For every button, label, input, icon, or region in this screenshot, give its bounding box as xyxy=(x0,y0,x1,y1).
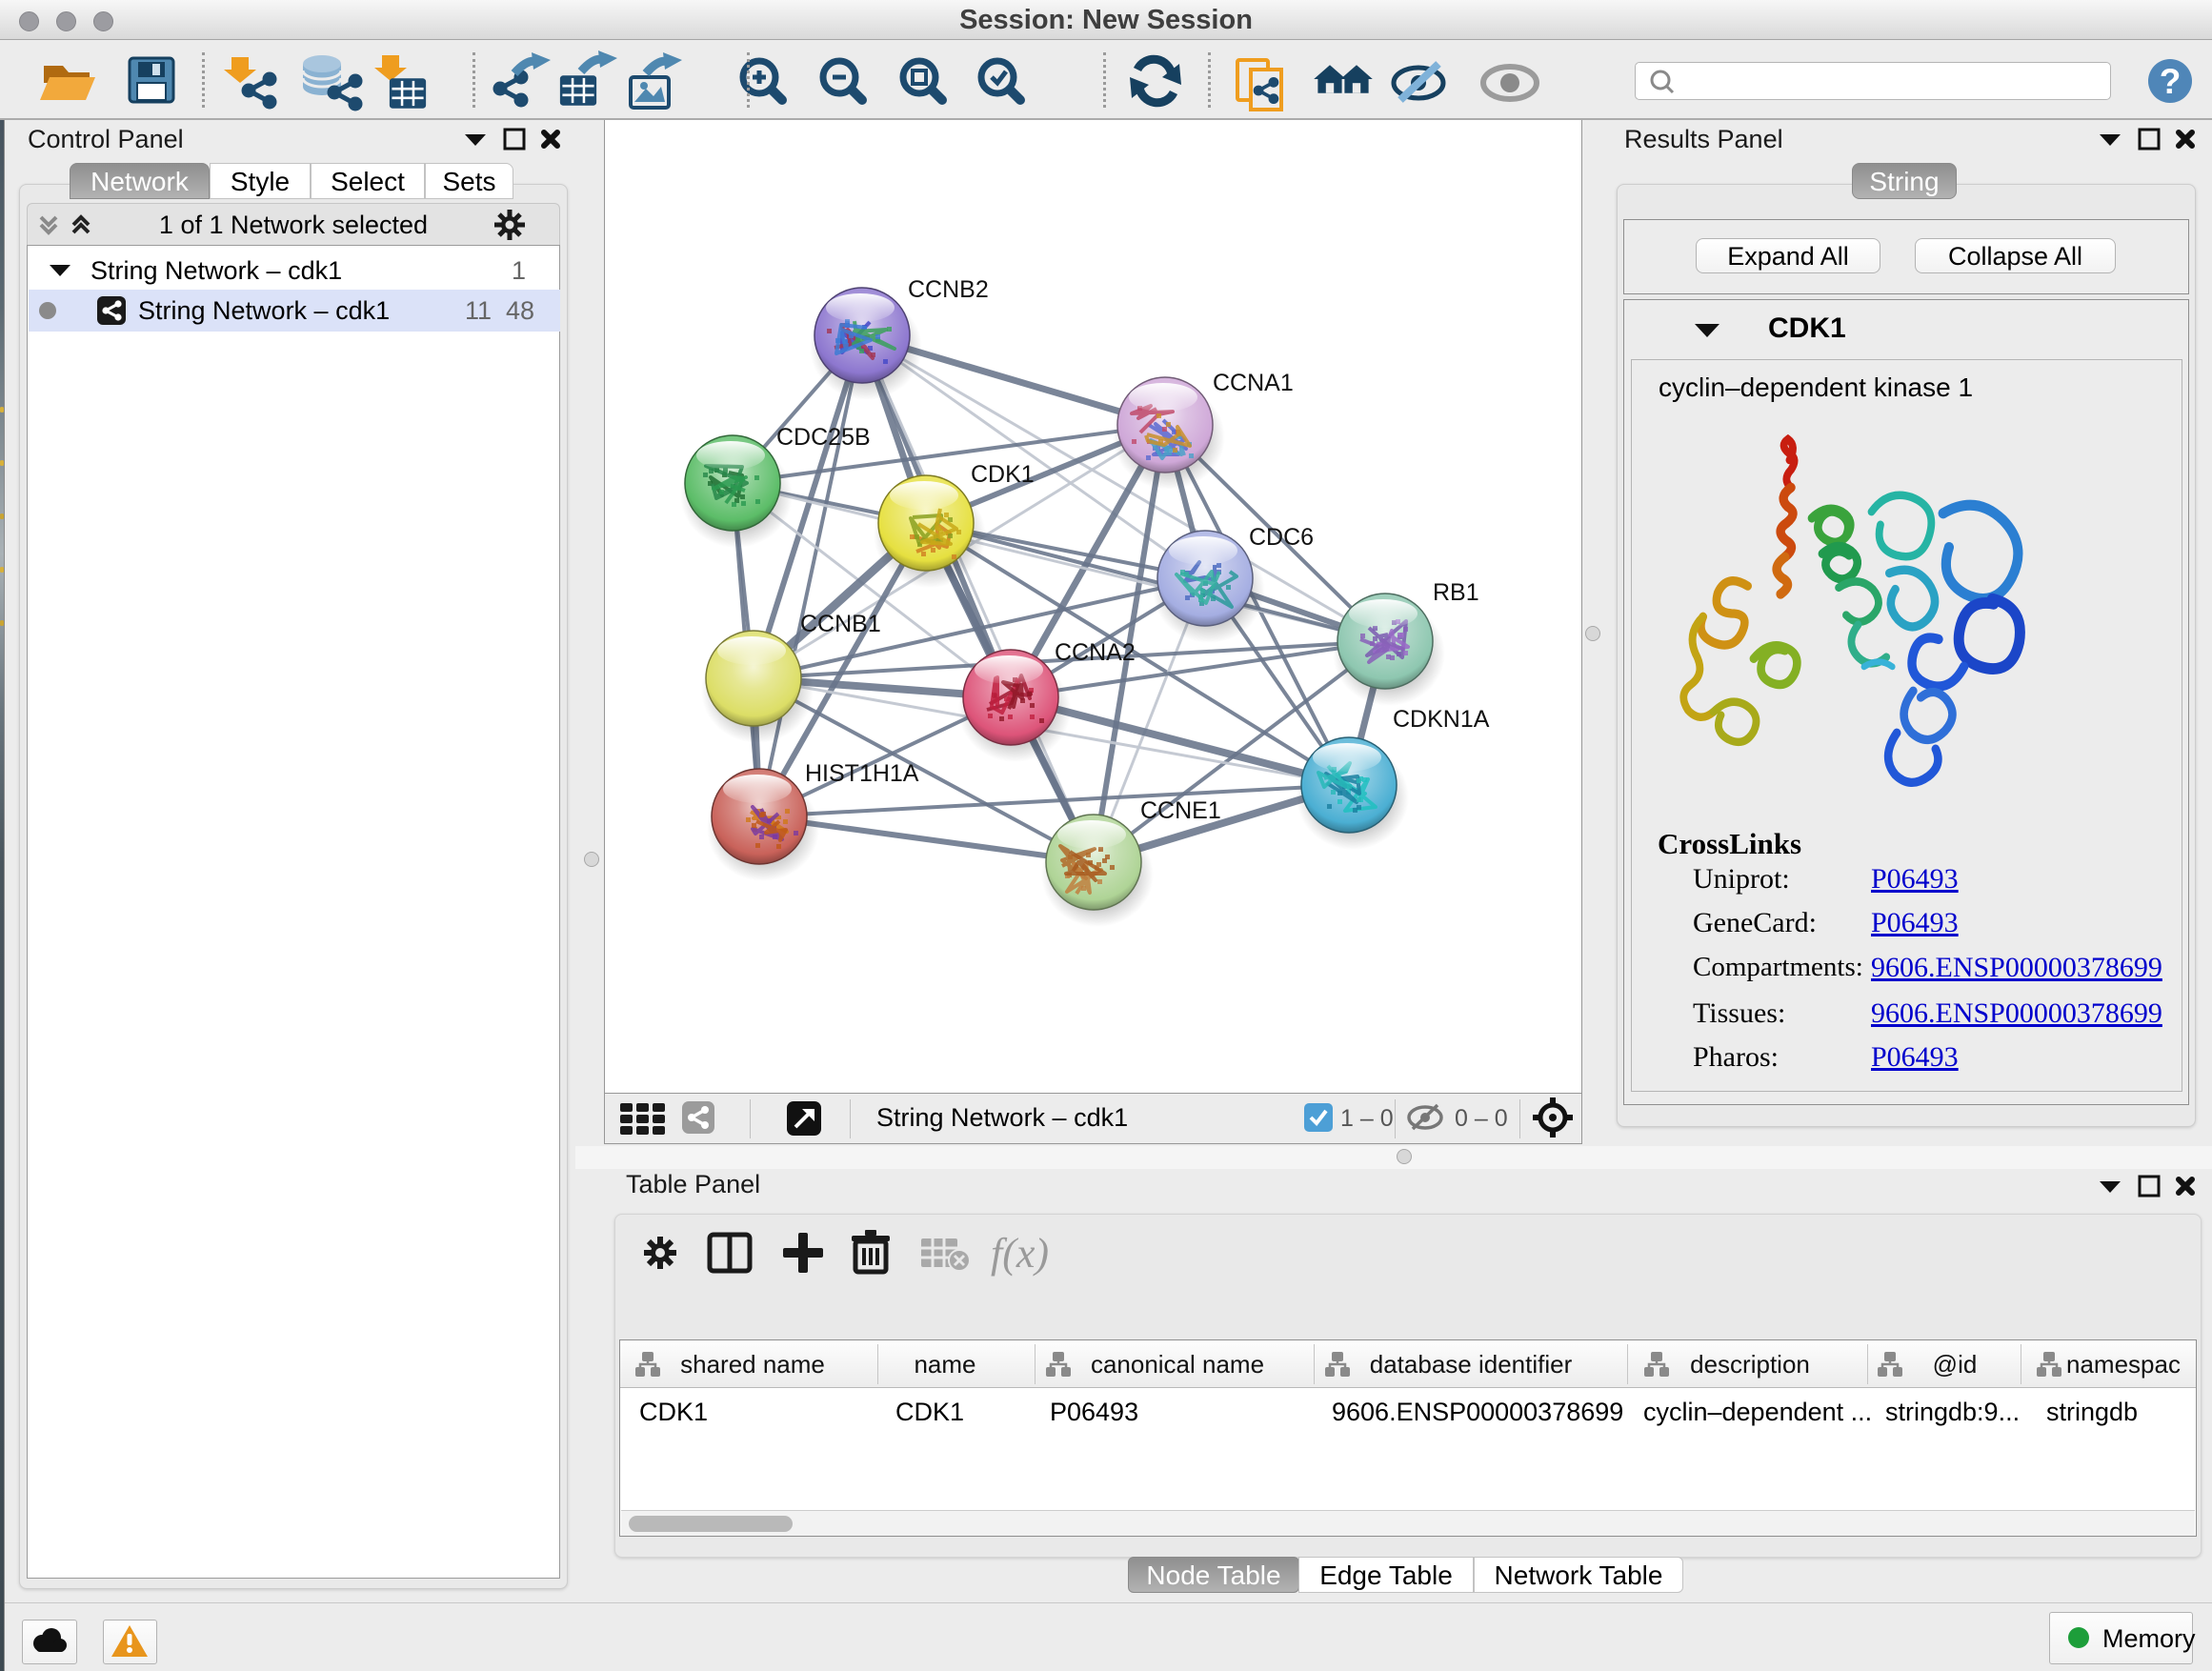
svg-text:1 – 0: 1 – 0 xyxy=(1340,1105,1394,1132)
svg-text:CCNA1: CCNA1 xyxy=(1213,370,1294,396)
svg-text:CCNB1: CCNB1 xyxy=(800,611,881,637)
svg-text:CCNB2: CCNB2 xyxy=(908,276,989,303)
svg-text:f(x): f(x) xyxy=(991,1230,1049,1277)
svg-text:RB1: RB1 xyxy=(1433,579,1479,606)
svg-text:?: ? xyxy=(2160,62,2182,101)
svg-text:0 – 0: 0 – 0 xyxy=(1455,1105,1508,1132)
svg-text:CDC25B: CDC25B xyxy=(776,424,871,451)
svg-text:CDC6: CDC6 xyxy=(1249,524,1314,551)
svg-text:CCNE1: CCNE1 xyxy=(1140,797,1221,824)
svg-text:HIST1H1A: HIST1H1A xyxy=(805,760,919,787)
svg-text:CDK1: CDK1 xyxy=(971,461,1035,488)
svg-text:CCNA2: CCNA2 xyxy=(1055,639,1136,666)
svg-text:CDKN1A: CDKN1A xyxy=(1393,706,1490,733)
